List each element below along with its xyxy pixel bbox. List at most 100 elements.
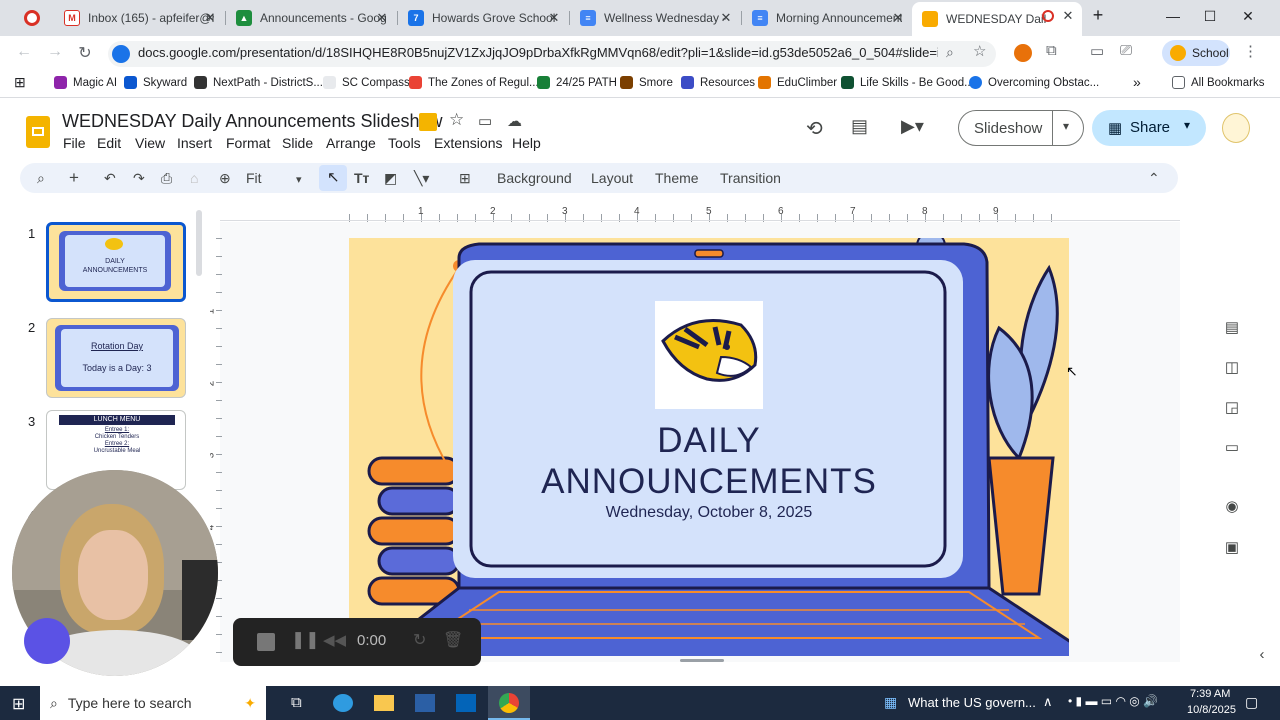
tab-pinned[interactable] bbox=[14, 4, 54, 32]
tab-morning[interactable]: ≡ Morning Announcement ✕ bbox=[742, 4, 912, 32]
close-icon[interactable]: ✕ bbox=[1060, 8, 1076, 24]
drive-folder-icon[interactable]: ▭ bbox=[1220, 438, 1244, 456]
trash-icon[interactable]: 🗑 bbox=[443, 630, 463, 650]
bookmark-path[interactable]: 24/25 PATH bbox=[537, 76, 617, 89]
all-bookmarks[interactable]: All Bookmarks bbox=[1172, 76, 1265, 89]
chrome-taskbar-button[interactable] bbox=[488, 686, 530, 720]
move-folder-icon[interactable]: ▭ bbox=[478, 112, 492, 130]
redo-icon[interactable]: ↷ bbox=[133, 170, 145, 187]
image-icon[interactable]: ◩ bbox=[384, 170, 397, 187]
menu-view[interactable]: View bbox=[135, 135, 165, 151]
background-button[interactable]: Background bbox=[497, 170, 572, 186]
zoom-icon[interactable]: ⌕ bbox=[946, 44, 954, 61]
new-slide-icon[interactable]: + bbox=[69, 168, 79, 188]
text-box-icon[interactable]: Tт bbox=[354, 170, 369, 186]
bookmark-zones[interactable]: The Zones of Regul... bbox=[409, 76, 539, 89]
rewind-icon[interactable]: ◀◀ bbox=[323, 631, 346, 649]
restart-icon[interactable]: ↻ bbox=[413, 630, 426, 650]
close-window-button[interactable]: ✕ bbox=[1238, 8, 1258, 25]
news-headline[interactable]: What the US govern... bbox=[908, 695, 1036, 710]
cast-icon[interactable]: ⎚ bbox=[1120, 42, 1132, 59]
tray-icons[interactable]: • ▮ ▬ ▭ ◠ ◎ 🔊 bbox=[1068, 694, 1158, 708]
search-menus-icon[interactable]: ⌕ bbox=[37, 170, 45, 187]
bookmark-nextpath[interactable]: NextPath - DistrictS... bbox=[194, 76, 323, 89]
chevron-down-icon[interactable]: ▾ bbox=[1063, 119, 1069, 133]
tab-drive[interactable]: ▲ Announcements - Googl ✕ bbox=[226, 4, 396, 32]
close-icon[interactable]: ✕ bbox=[374, 10, 390, 26]
tray-chevron-icon[interactable]: ∧ bbox=[1043, 694, 1053, 710]
maximize-button[interactable]: ☐ bbox=[1200, 8, 1220, 25]
record-icon[interactable]: ◉ bbox=[1220, 497, 1244, 515]
meet-icon[interactable]: ▶▾ bbox=[901, 116, 924, 137]
print-icon[interactable]: ⎙ bbox=[161, 170, 172, 187]
menu-file[interactable]: File bbox=[63, 135, 86, 151]
filmstrip-scrollbar[interactable] bbox=[196, 210, 202, 276]
taskbar-search[interactable]: ⌕ Type here to search ✦ bbox=[40, 686, 266, 720]
url-text[interactable]: docs.google.com/presentation/d/18SIHQHE8… bbox=[138, 45, 938, 60]
tab-wellness[interactable]: ≡ Wellness Wednesday - Go✕ bbox=[570, 4, 740, 32]
speaker-notes-handle[interactable] bbox=[680, 659, 724, 662]
clock-time[interactable]: 7:39 AM bbox=[1190, 688, 1230, 700]
zoom-select[interactable]: Fit bbox=[246, 170, 262, 186]
bookmark-life-skills[interactable]: Life Skills - Be Good... bbox=[841, 76, 974, 89]
chevron-down-icon[interactable]: ▾ bbox=[1184, 118, 1190, 132]
star-icon[interactable]: ☆ bbox=[449, 110, 464, 130]
menu-help[interactable]: Help bbox=[512, 135, 541, 151]
collapse-toolbar-icon[interactable]: ⌃ bbox=[1148, 170, 1160, 187]
pause-icon[interactable]: ❚❚ bbox=[291, 630, 320, 650]
avatar[interactable] bbox=[1222, 113, 1250, 143]
tab-wednesday[interactable]: WEDNESDAY Daily An ✕ bbox=[912, 2, 1082, 36]
tab-search-icon[interactable]: ▭ bbox=[1090, 42, 1104, 60]
zoom-icon[interactable]: ⊕ bbox=[219, 170, 231, 187]
more-vert-icon[interactable]: ⋮ bbox=[1243, 42, 1258, 60]
file-explorer-icon[interactable] bbox=[374, 695, 394, 711]
bookmark-smore[interactable]: Smore bbox=[620, 76, 673, 89]
close-icon[interactable]: ✕ bbox=[546, 10, 562, 26]
chevron-left-icon[interactable]: ‹ bbox=[1250, 646, 1274, 663]
version-history-icon[interactable]: ⟲ bbox=[806, 116, 823, 141]
chevron-down-icon[interactable]: ▾ bbox=[296, 173, 302, 186]
menu-format[interactable]: Format bbox=[226, 135, 270, 151]
more-bookmarks-icon[interactable]: » bbox=[1133, 74, 1141, 90]
slide-1-editor[interactable]: DAILY ANNOUNCEMENTS Wednesday, October 8… bbox=[349, 238, 1069, 656]
menu-extensions[interactable]: Extensions bbox=[434, 135, 502, 151]
share-button[interactable]: ▦ Share ▾ bbox=[1092, 110, 1206, 146]
menu-insert[interactable]: Insert bbox=[177, 135, 212, 151]
bookmark-educlimber[interactable]: EduClimber bbox=[758, 76, 837, 89]
bookmark-sc-compass[interactable]: SC Compass bbox=[323, 76, 410, 89]
extensions-puzzle-icon[interactable]: ⧉ bbox=[1046, 42, 1057, 59]
bookmark-resources[interactable]: Resources bbox=[681, 76, 755, 89]
layout-button[interactable]: Layout bbox=[591, 170, 633, 186]
tasks-icon[interactable]: ◫ bbox=[1220, 358, 1244, 376]
edge-icon[interactable] bbox=[333, 694, 353, 712]
minimize-button[interactable]: — bbox=[1163, 8, 1183, 24]
menu-slide[interactable]: Slide bbox=[282, 135, 313, 151]
slides-logo-icon[interactable] bbox=[26, 116, 50, 148]
menu-edit[interactable]: Edit bbox=[97, 135, 121, 151]
paint-format-icon[interactable]: ⌂ bbox=[190, 170, 198, 186]
extension-icon[interactable] bbox=[1014, 44, 1032, 62]
site-info-icon[interactable] bbox=[112, 45, 130, 63]
tab-gmail[interactable]: M Inbox (165) - apfeifer@hg ✕ bbox=[54, 4, 224, 32]
store-icon[interactable] bbox=[415, 694, 435, 712]
comments-icon[interactable]: ▤ bbox=[851, 116, 868, 137]
bookmark-magic-ai[interactable]: Magic AI bbox=[54, 76, 117, 89]
reload-icon[interactable]: ↻ bbox=[75, 43, 95, 63]
comment-add-icon[interactable]: ⊞ bbox=[459, 170, 471, 187]
bookmark-skyward[interactable]: Skyward bbox=[124, 76, 187, 89]
slide-thumbnail-1[interactable]: DAILY ANNOUNCEMENTS bbox=[46, 222, 186, 302]
tiger-logo[interactable] bbox=[655, 301, 763, 409]
apps-grid-icon[interactable]: ⊞ bbox=[14, 74, 26, 91]
theme-button[interactable]: Theme bbox=[655, 170, 699, 186]
slideshow-button[interactable]: Slideshow ▾ bbox=[958, 110, 1084, 146]
close-icon[interactable]: ✕ bbox=[718, 10, 734, 26]
contacts-icon[interactable]: ◲ bbox=[1220, 398, 1244, 416]
slide-title[interactable]: DAILY ANNOUNCEMENTS bbox=[469, 420, 949, 502]
video-icon[interactable]: ▣ bbox=[1220, 538, 1244, 556]
bookmark-star-icon[interactable]: ☆ bbox=[973, 42, 986, 60]
bookmark-overcoming[interactable]: Overcoming Obstac... bbox=[969, 76, 1099, 89]
windows-start-icon[interactable]: ⊞ bbox=[12, 694, 25, 714]
new-tab-button[interactable]: + bbox=[1088, 5, 1108, 26]
task-view-icon[interactable]: ⧉ bbox=[291, 694, 302, 711]
transition-button[interactable]: Transition bbox=[720, 170, 781, 186]
